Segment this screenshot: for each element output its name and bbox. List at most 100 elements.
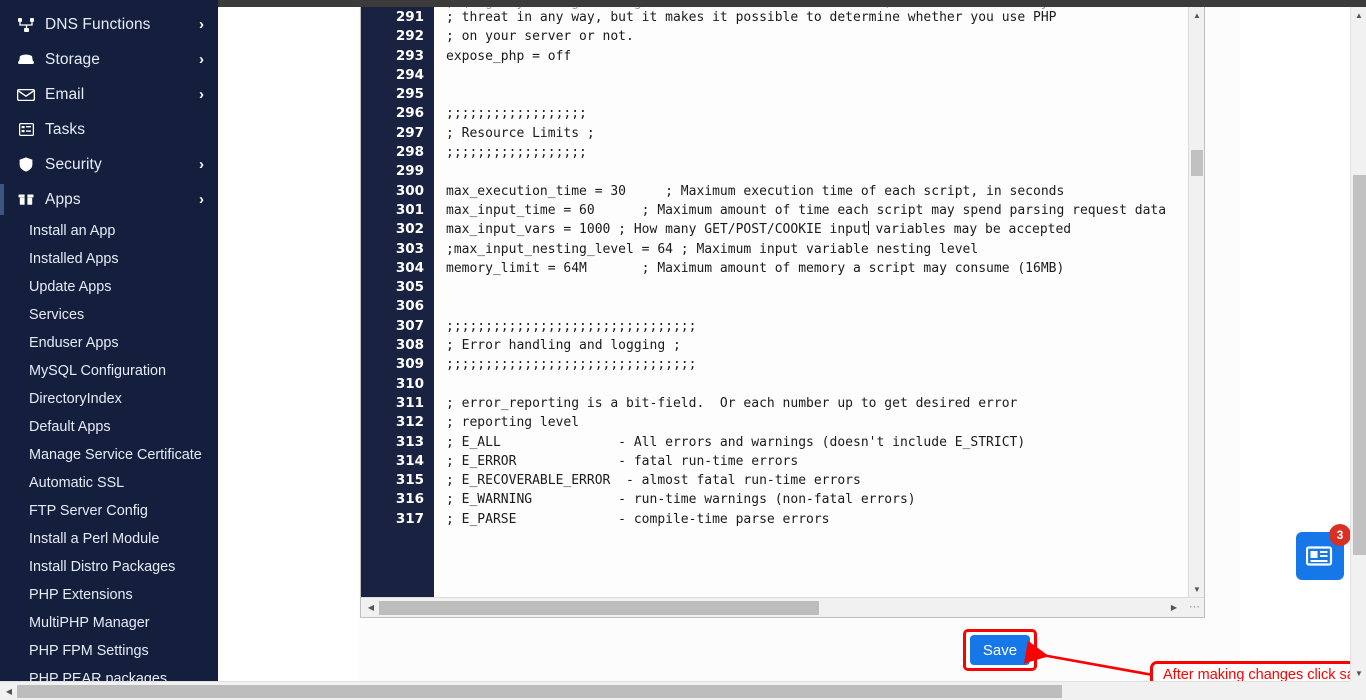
code-line[interactable]: ; E_ERROR - fatal run-time errors — [446, 452, 1204, 471]
code-line[interactable]: ; Resource Limits ; — [446, 124, 1204, 143]
line-number: 312 — [395, 414, 424, 431]
code-line[interactable]: ;;;;;;;;;;;;;;;;;;;;;;;;;;;;;;;; — [446, 355, 1204, 374]
app-root: DNS Functions › Storage › Email › Tasks … — [0, 0, 1366, 700]
sidebar-item-label: Email — [45, 85, 85, 103]
chevron-right-icon: › — [199, 51, 204, 68]
page-scroll-down-icon[interactable]: ▼ — [1351, 665, 1366, 681]
code-line[interactable] — [446, 66, 1204, 85]
code-line[interactable]: ; E_WARNING - run-time warnings (non-fat… — [446, 490, 1204, 509]
dns-icon — [16, 17, 36, 33]
sidebar-item-update-apps[interactable]: Update Apps — [0, 273, 218, 301]
editor-horizontal-scrollbar[interactable]: ◀ ▶ — [361, 597, 1204, 617]
chevron-right-icon: › — [199, 86, 204, 103]
page-vertical-scrollbar[interactable]: ▲ ▼ — [1350, 7, 1366, 681]
sidebar-item-dns-functions[interactable]: DNS Functions › — [0, 7, 218, 42]
code-line[interactable] — [446, 278, 1204, 297]
page-scroll-left-icon[interactable]: ◀ — [1, 682, 17, 700]
news-widget-button[interactable]: 3 — [1296, 524, 1351, 580]
sidebar-item-automatic-ssl[interactable]: Automatic SSL — [0, 469, 218, 497]
sidebar-item-mysql-configuration[interactable]: MySQL Configuration — [0, 357, 218, 385]
sidebar-item-security[interactable]: Security › — [0, 147, 218, 182]
line-number: 297 — [395, 124, 424, 141]
shield-icon — [16, 157, 36, 173]
editor-line-number-gutter: 291 292 293 294 295 296 297 298 299 300 301 302 303 3… — [361, 7, 434, 597]
sidebar-item-storage[interactable]: Storage › — [0, 42, 218, 77]
page-scroll-up-icon[interactable]: ▲ — [1351, 7, 1366, 23]
page-hscroll-thumb[interactable] — [17, 685, 1062, 698]
editor-hscroll-thumb[interactable] — [379, 601, 819, 615]
line-number: 306 — [395, 298, 424, 315]
code-line[interactable] — [446, 375, 1204, 394]
line-number: 291 — [395, 9, 424, 25]
sidebar-item-manage-service-certificate[interactable]: Manage Service Certificate — [0, 441, 218, 469]
scroll-right-icon[interactable]: ▶ — [1166, 598, 1182, 617]
code-line[interactable]: ; Error handling and logging ; — [446, 336, 1204, 355]
chevron-right-icon: › — [199, 191, 204, 208]
main-content: 291 292 293 294 295 296 297 298 299 300 301 302 303 3… — [218, 7, 1366, 689]
code-line[interactable]: expose_php = off — [446, 47, 1204, 66]
code-line[interactable] — [446, 85, 1204, 104]
code-line[interactable]: ; E_ALL - All errors and warnings (doesn… — [446, 433, 1204, 452]
code-line[interactable]: memory_limit = 64M ; Maximum amount of m… — [446, 259, 1204, 278]
sidebar-item-apps[interactable]: Apps › — [0, 182, 218, 217]
sidebar-item-tasks[interactable]: Tasks — [0, 112, 218, 147]
sidebar-item-install-a-perl-module[interactable]: Install a Perl Module — [0, 525, 218, 553]
code-line[interactable]: max_input_vars = 1000 ; How many GET/POS… — [446, 220, 1204, 239]
page-vscroll-thumb[interactable] — [1353, 175, 1366, 555]
editor-resize-grip[interactable]: ⋯ — [1187, 600, 1202, 615]
code-line[interactable]: ;;;;;;;;;;;;;;;;;; — [446, 104, 1204, 123]
sidebar-item-php-extensions[interactable]: PHP Extensions — [0, 581, 218, 609]
code-line[interactable] — [446, 162, 1204, 181]
sidebar-item-label: Tasks — [45, 120, 86, 138]
code-line[interactable]: ; on your server or not. — [446, 27, 1204, 46]
code-line[interactable]: max_execution_time = 30 ; Maximum execut… — [446, 182, 1204, 201]
code-line[interactable]: ; E_PARSE - compile-time parse errors — [446, 510, 1204, 529]
line-number: 310 — [395, 375, 424, 392]
code-line[interactable]: ;;;;;;;;;;;;;;;;;; — [446, 143, 1204, 162]
line-number: 304 — [395, 259, 424, 276]
php-ini-editor[interactable]: 291 292 293 294 295 296 297 298 299 300 301 302 303 3… — [360, 7, 1205, 618]
content-left-margin — [218, 7, 358, 681]
sidebar-item-email[interactable]: Email › — [0, 77, 218, 112]
sidebar-item-label: Storage — [45, 50, 100, 68]
scroll-up-icon[interactable]: ▲ — [1189, 7, 1205, 23]
code-line[interactable]: ;;;;;;;;;;;;;;;;;;;;;;;;;;;;;;;; — [446, 317, 1204, 336]
sidebar-item-install-distro-packages[interactable]: Install Distro Packages — [0, 553, 218, 581]
editor-vertical-scrollbar[interactable]: ▲ ▼ — [1188, 7, 1204, 597]
sidebar-item-installed-apps[interactable]: Installed Apps — [0, 245, 218, 273]
scrollbar-corner — [1350, 681, 1366, 700]
sidebar-item-services[interactable]: Services — [0, 301, 218, 329]
line-number: 309 — [395, 356, 424, 373]
editor-vscroll-thumb[interactable] — [1191, 150, 1203, 176]
editor-code-area[interactable]: ; (e.g. by adding its signature to the W… — [434, 7, 1204, 597]
line-number: 307 — [395, 317, 424, 334]
code-line[interactable]: ; error_reporting is a bit-field. Or eac… — [446, 394, 1204, 413]
sidebar-item-default-apps[interactable]: Default Apps — [0, 413, 218, 441]
scroll-down-icon[interactable]: ▼ — [1189, 581, 1205, 597]
sidebar-item-directoryindex[interactable]: DirectoryIndex — [0, 385, 218, 413]
sidebar-item-php-pear-packages[interactable]: PHP PEAR packages — [0, 665, 218, 681]
text-caret — [867, 221, 869, 236]
line-number: 295 — [395, 86, 424, 103]
sidebar-item-install-an-app[interactable]: Install an App — [0, 217, 218, 245]
code-line[interactable]: ;max_input_nesting_level = 64 ; Maximum … — [446, 240, 1204, 259]
tasks-icon — [16, 122, 36, 138]
sidebar-item-multiphp-manager[interactable]: MultiPHP Manager — [0, 609, 218, 637]
sidebar-item-php-fpm-settings[interactable]: PHP FPM Settings — [0, 637, 218, 665]
annotation-arrow-icon — [1023, 640, 1154, 677]
apps-icon — [16, 192, 36, 208]
sidebar[interactable]: DNS Functions › Storage › Email › Tasks … — [0, 7, 218, 681]
code-line[interactable]: ; E_RECOVERABLE_ERROR - almost fatal run… — [446, 471, 1204, 490]
sidebar-item-enduser-apps[interactable]: Enduser Apps — [0, 329, 218, 357]
line-number: 298 — [395, 144, 424, 161]
sidebar-top-cap — [0, 0, 218, 7]
scroll-left-icon[interactable]: ◀ — [363, 598, 379, 617]
line-number: 299 — [395, 163, 424, 180]
sidebar-item-label: Apps — [45, 190, 81, 208]
line-number: 305 — [395, 279, 424, 296]
code-line[interactable]: ; reporting level — [446, 413, 1204, 432]
sidebar-item-ftp-server-config[interactable]: FTP Server Config — [0, 497, 218, 525]
code-line[interactable] — [446, 297, 1204, 316]
page-horizontal-scrollbar[interactable]: ◀ ▶ — [0, 681, 1366, 700]
code-line[interactable]: max_input_time = 60 ; Maximum amount of … — [446, 201, 1204, 220]
